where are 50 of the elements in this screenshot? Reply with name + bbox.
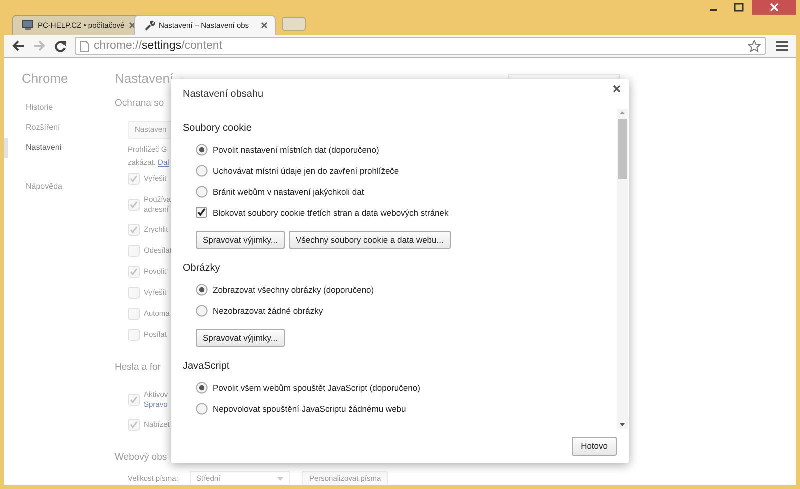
menu-icon[interactable] <box>776 40 788 52</box>
option-label: Povolit nastavení místních dat (doporučeno) <box>213 144 380 154</box>
option-label: Blokovat soubory cookie třetích stran a data webových stránek <box>213 208 449 218</box>
option-label: Nepovolovat spouštění JavaScriptu žádnému webu <box>213 404 406 414</box>
section-heading: Hesla a for <box>115 360 161 374</box>
radio-button[interactable] <box>196 284 208 296</box>
close-icon[interactable] <box>261 22 268 29</box>
radio-button[interactable] <box>196 144 208 156</box>
radio-button[interactable] <box>196 402 208 414</box>
wrench-icon <box>144 20 155 31</box>
reload-icon[interactable] <box>54 40 67 52</box>
close-icon[interactable] <box>128 22 136 29</box>
radio-button[interactable] <box>196 164 208 176</box>
done-button[interactable]: Hotovo <box>572 436 617 456</box>
close-button[interactable] <box>752 0 796 15</box>
scroll-down-icon[interactable] <box>617 421 628 429</box>
dialog-button[interactable]: Spravovat výjimky... <box>196 329 285 347</box>
dialog-title: Nastavení obsahu <box>183 88 264 100</box>
radio-button[interactable] <box>196 304 208 316</box>
scrollbar[interactable] <box>617 109 628 429</box>
page-icon <box>80 40 89 52</box>
radio-button[interactable] <box>196 382 208 394</box>
section-heading: Ochrana so <box>115 97 164 111</box>
scrollbar-thumb[interactable] <box>618 119 627 179</box>
section-heading: Webový obs <box>115 450 168 464</box>
close-icon[interactable] <box>613 84 621 92</box>
address-field[interactable]: chrome://settings/content <box>75 37 766 55</box>
radio-button[interactable] <box>196 186 208 198</box>
option-label: Uchovávat místní údaje jen do zavření prohlížeče <box>213 166 400 176</box>
option-label: Nezobrazovat žádné obrázky <box>213 306 324 316</box>
scroll-up-icon[interactable] <box>617 109 628 117</box>
computer-icon <box>22 20 34 31</box>
dialog-button[interactable]: Spravovat výjimky... <box>196 231 285 249</box>
sidebar-item[interactable]: Nastavení <box>4 138 115 158</box>
option-label: Povolit všem webům spouštět JavaScript (doporučeno) <box>213 382 420 392</box>
checkbox[interactable] <box>196 207 207 218</box>
new-tab-button[interactable] <box>282 17 306 31</box>
sidebar-title: Chrome <box>21 71 70 88</box>
star-icon[interactable] <box>748 40 761 52</box>
close-icon <box>770 3 778 12</box>
section-heading: Obrázky <box>183 262 222 276</box>
back-icon[interactable] <box>12 40 25 52</box>
page-title: Nastavení <box>115 70 175 88</box>
section-heading: Soubory cookie <box>183 122 253 136</box>
option-label: Bránit webům v nastavení jakýchkoli dat <box>213 186 364 196</box>
section-heading: JavaScript <box>183 360 231 374</box>
dialog-button[interactable]: Všechny soubory cookie a data webu... <box>288 231 451 249</box>
option-label: Zobrazovat všechny obrázky (doporučeno) <box>213 284 374 294</box>
dropdown-arrow-icon <box>277 476 284 480</box>
maximize-icon <box>734 3 744 12</box>
